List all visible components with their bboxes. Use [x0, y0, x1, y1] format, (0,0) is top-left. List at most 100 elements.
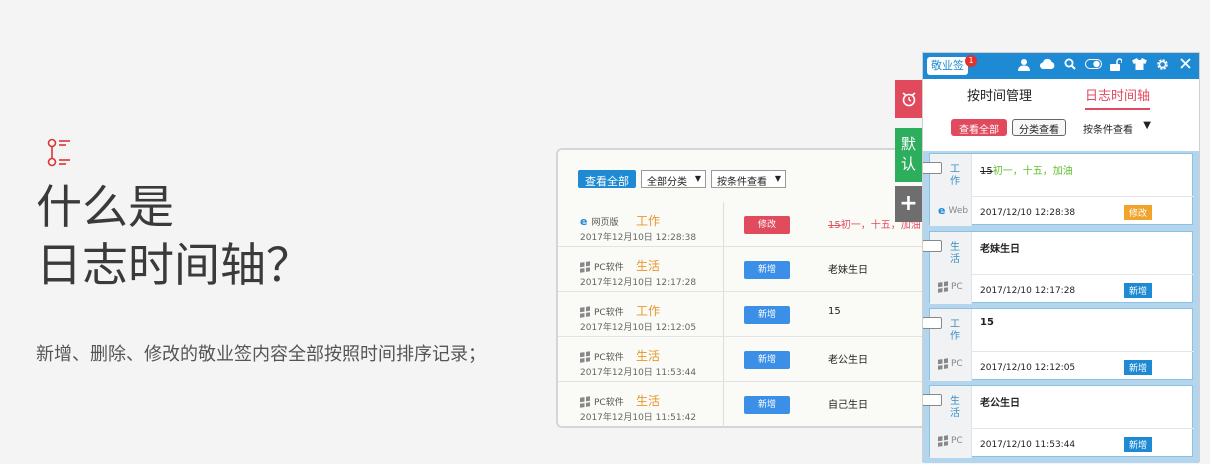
log-time: 2017年12月10日 12:17:28: [580, 278, 697, 288]
default-category-tab[interactable]: 默认: [895, 128, 922, 182]
default-category-label: 默认: [901, 135, 917, 173]
log-row[interactable]: PC软件 生活 2017年12月10日 11:51:42 新增 自己生日: [558, 382, 934, 427]
condition-select-label: 按条件查看: [1083, 125, 1133, 136]
log-row[interactable]: PC软件 工作 2017年12月10日 12:12:05 新增 15: [558, 292, 934, 337]
web-log-panel: 查看全部 全部分类 ▼ 按条件查看 ▼ e 网页版 工作 2017年12月10日 …: [556, 148, 936, 428]
search-icon[interactable]: [1062, 58, 1078, 76]
card-content-deleted: 15: [980, 166, 993, 177]
card-source-label: PC: [951, 359, 963, 369]
log-time: 2017年12月10日 12:12:05: [580, 323, 697, 333]
view-all-button[interactable]: 查看全部: [951, 119, 1007, 136]
cloud-icon[interactable]: [1039, 58, 1055, 76]
log-source: e 网页版: [580, 215, 618, 228]
app-tabs: 按时间管理 日志时间轴: [923, 85, 1201, 110]
gear-icon[interactable]: [1154, 58, 1170, 76]
log-action-badge: 新增: [744, 261, 790, 279]
intro-description: 新增、删除、修改的敬业签内容全部按照时间排序记录；: [36, 344, 486, 365]
log-row[interactable]: PC软件 生活 2017年12月10日 11:53:44 新增 老公生日: [558, 337, 934, 382]
app-toolbar: 查看全部 分类查看 按条件查看 ▼: [951, 119, 1155, 136]
log-time: 2017年12月10日 11:53:44: [580, 368, 697, 378]
log-time: 2017年12月10日 11:51:42: [580, 413, 697, 423]
app-window: 敬业签 1 按时间管理 日志时间轴 查看全部 分类查看 按条件查看 ▼ 工作 e…: [922, 52, 1201, 463]
card-time: 2017/12/10 12:12:05: [980, 363, 1076, 373]
log-source-label: PC软件: [594, 263, 624, 273]
unlock-icon[interactable]: [1108, 58, 1124, 76]
timeline-card[interactable]: 生活 PC 老公生日 2017/12/10 11:53:44 新增: [923, 385, 1194, 458]
card-category: 生活: [950, 396, 960, 419]
view-all-button[interactable]: 查看全部: [578, 170, 636, 188]
shirt-icon[interactable]: [1131, 58, 1147, 76]
card-content: 15: [980, 317, 994, 328]
card-content: 老妹生日: [980, 244, 1020, 255]
timeline-card[interactable]: 生活 PC 老妹生日 2017/12/10 12:17:28 新增: [923, 231, 1194, 304]
add-category-button[interactable]: +: [895, 186, 922, 222]
log-time: 2017年12月10日 12:28:38: [580, 233, 697, 243]
timeline-card[interactable]: 工作 e Web 15初一，十五，加油 2017/12/10 12:28:38 修…: [923, 153, 1194, 226]
card-category: 生活: [950, 242, 960, 265]
alarm-tab[interactable]: [895, 80, 922, 118]
notification-badge[interactable]: 1: [965, 55, 977, 67]
log-category: 工作: [636, 304, 661, 318]
log-row[interactable]: e 网页版 工作 2017年12月10日 12:28:38 修改 15初一，十五，…: [558, 202, 934, 247]
card-action-badge: 新增: [1123, 437, 1152, 452]
ie-icon: e: [580, 215, 588, 228]
tab-log-timeline[interactable]: 日志时间轴: [1085, 85, 1151, 110]
log-source: PC软件: [580, 260, 624, 273]
dropdown-arrow-icon: ▼: [1143, 120, 1151, 131]
card-category: 工作: [950, 319, 960, 342]
log-content: 老公生日: [828, 355, 868, 366]
log-source-label: PC软件: [594, 398, 624, 408]
condition-select[interactable]: 按条件查看 ▼: [1071, 119, 1155, 136]
log-source-label: PC软件: [594, 353, 624, 363]
condition-select-label: 按条件查看: [717, 177, 767, 188]
card-divider: [972, 196, 1194, 197]
log-source: PC软件: [580, 305, 624, 318]
tab-by-time[interactable]: 按时间管理: [967, 85, 1032, 104]
card-source: e Web: [938, 204, 968, 217]
category-select-label: 全部分类: [647, 177, 687, 188]
dropdown-arrow-icon: ▼: [694, 174, 701, 183]
dropdown-arrow-icon: ▼: [774, 174, 781, 183]
log-action-badge: 新增: [744, 396, 790, 414]
card-source-label: PC: [951, 282, 963, 292]
close-icon[interactable]: [1177, 58, 1193, 76]
header-toolbar: [1016, 58, 1193, 76]
log-action-badge: 新增: [744, 351, 790, 369]
card-source-label: Web: [948, 205, 969, 216]
log-category: 工作: [636, 214, 661, 228]
windows-icon: [580, 350, 590, 363]
timeline-card[interactable]: 工作 PC 15 2017/12/10 12:12:05 新增: [923, 308, 1194, 381]
app-header: 敬业签 1: [923, 53, 1199, 79]
card-time: 2017/12/10 11:53:44: [980, 440, 1076, 450]
condition-select[interactable]: 按条件查看 ▼: [711, 170, 786, 188]
ie-icon: e: [938, 204, 946, 217]
card-source-label: PC: [951, 436, 963, 446]
user-icon[interactable]: [1016, 58, 1032, 76]
windows-icon: [580, 395, 590, 408]
card-action-badge: 新增: [1123, 360, 1152, 375]
view-by-category-button[interactable]: 分类查看: [1012, 119, 1066, 136]
alarm-clock-icon: [902, 92, 915, 107]
card-divider: [972, 351, 1194, 352]
card-time: 2017/12/10 12:28:38: [980, 208, 1076, 218]
log-row[interactable]: PC软件 生活 2017年12月10日 12:17:28 新增 老妹生日: [558, 247, 934, 292]
card-time: 2017/12/10 12:17:28: [980, 286, 1076, 296]
binder-clip-icon: [923, 317, 942, 329]
log-source-label: 网页版: [591, 218, 619, 228]
log-category: 生活: [636, 394, 661, 408]
timeline-list[interactable]: 工作 e Web 15初一，十五，加油 2017/12/10 12:28:38 修…: [923, 151, 1199, 463]
web-log-toolbar: 查看全部 全部分类 ▼ 按条件查看 ▼: [578, 170, 786, 188]
log-category: 生活: [636, 349, 661, 363]
intro-title-line1: 什么是: [36, 180, 174, 234]
card-content: 15初一，十五，加油: [980, 162, 1073, 177]
card-source: PC: [938, 435, 963, 447]
toggle-icon[interactable]: [1085, 58, 1102, 76]
windows-icon: [938, 281, 948, 293]
card-category: 工作: [950, 164, 960, 187]
windows-icon: [938, 435, 948, 447]
category-select[interactable]: 全部分类 ▼: [641, 170, 706, 188]
windows-icon: [580, 305, 590, 318]
binder-clip-icon: [923, 240, 942, 252]
intro-title-line2: 日志时间轴？: [36, 238, 312, 292]
log-source-label: PC软件: [594, 308, 624, 318]
